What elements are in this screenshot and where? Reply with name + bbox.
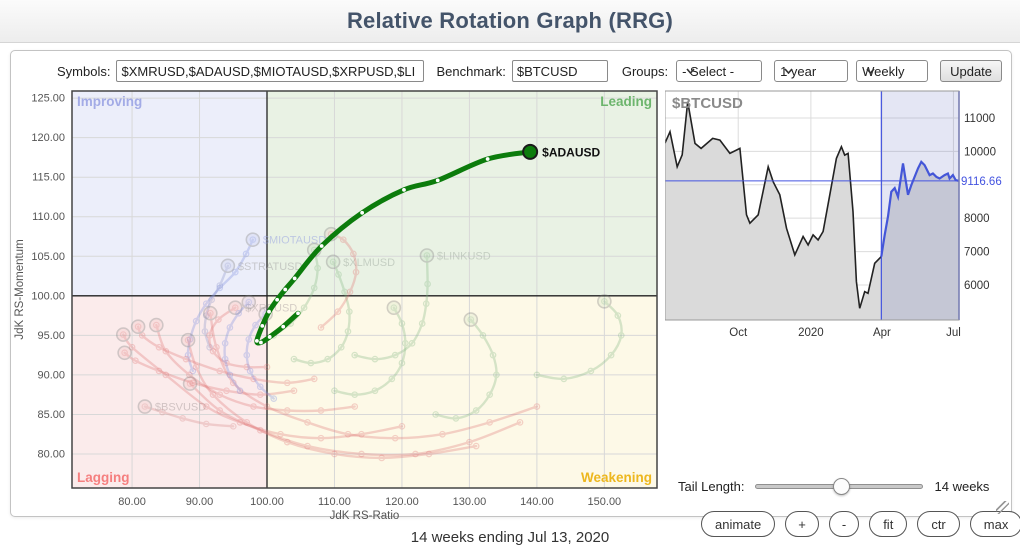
x-tick-label: 130.00 [453,496,487,508]
main-trail-label: $ADAUSD [542,145,600,159]
trail-endpoint [598,295,611,308]
y-tick-label: 115.00 [32,172,65,184]
x-tick-label: 80.00 [118,496,146,508]
rrg-chart[interactable]: ImprovingLeadingLaggingWeakening$MIOTAUS… [10,85,660,530]
interval-select[interactable]: Weekly [856,60,928,82]
y-tick-label: 120.00 [31,132,65,144]
price-tick-label: 8000 [964,213,990,225]
trail-endpoint [184,377,197,390]
period-select[interactable]: 1 year [774,60,848,82]
quadrant-label: Improving [77,94,142,109]
y-tick-label: 90.00 [37,369,65,381]
symbols-input[interactable] [116,60,424,82]
trail-endpoint [246,233,259,246]
y-tick-label: 80.00 [37,448,65,460]
price-tick-label: 6000 [964,280,990,292]
tail-length-slider[interactable] [755,477,923,495]
tail-length-value: 14 weeks [935,479,990,494]
groups-label: Groups: [622,64,668,79]
last-price-label: 9116.66 [961,176,1002,188]
chevron-down-icon [866,68,875,74]
y-tick-label: 100.00 [31,290,65,302]
trail-endpoint [117,328,130,341]
trail-endpoint [138,400,151,413]
chevron-down-icon [686,68,695,74]
trail-endpoint [204,307,217,320]
benchmark-chart-title: $BTCUSD [672,95,743,112]
price-tick-label: 11000 [964,113,995,125]
x-tick-label: 150.00 [588,496,622,508]
date-tick-label: Jul [946,327,961,339]
tail-length-row: Tail Length: 14 weeks [678,477,1018,495]
y-axis-title: JdK RS-Momentum [14,239,26,339]
trail-endpoint [221,259,234,272]
x-tick-label: 120.00 [385,496,419,508]
benchmark-label: Benchmark: [436,64,505,79]
highlight-window [881,91,959,320]
trail-label: $XLMUSD [343,257,395,269]
trail-endpoint [150,319,163,332]
quadrant-label: Weakening [581,470,652,485]
quadrant-leading [267,91,657,296]
date-tick-label: Apr [873,327,891,339]
x-tick-label: 110.00 [318,496,351,508]
y-tick-label: 85.00 [37,409,65,421]
quadrant-label: Leading [600,94,652,109]
date-tick-label: Oct [729,327,748,339]
main-trail-endpoint[interactable] [523,145,537,159]
y-tick-label: 125.00 [31,93,65,105]
symbols-label: Symbols: [57,64,110,79]
price-tick-label: 7000 [964,247,990,259]
rrg-app: { "header": { "title": "Relative Rotatio… [0,0,1020,557]
trail-label: $LINKUSD [437,250,491,262]
trail-endpoint [132,320,145,333]
benchmark-chart: 11000 10000 8000 7000 6000 9116.66 Oct 2020 Apr J… [665,85,1020,345]
resize-handle-icon[interactable] [996,501,1009,514]
groups-select[interactable]: - Select - [676,60,762,82]
title-bar: Relative Rotation Graph (RRG) [0,0,1020,43]
toolbar: Symbols: Benchmark: Groups: - Select - 1… [57,59,1002,83]
slider-knob[interactable] [833,478,850,495]
date-tick-label: 2020 [798,327,824,339]
trail-endpoint [464,313,477,326]
tail-length-label: Tail Length: [678,479,745,494]
footer-caption: 14 weeks ending Jul 13, 2020 [0,529,1020,546]
trail-label: $BSVUSD [155,402,206,414]
y-tick-label: 95.00 [37,330,65,342]
trail-label: $STRATUSD [238,261,303,273]
y-tick-label: 105.00 [31,251,65,263]
price-tick-label: 10000 [964,146,996,158]
trail-endpoint [327,255,340,268]
trail-endpoint [182,334,195,347]
x-axis-title: JdK RS-Ratio [330,510,400,522]
trail-endpoint [118,346,131,359]
benchmark-input[interactable] [512,60,608,82]
y-tick-label: 110.00 [32,211,65,223]
update-button[interactable]: Update [940,60,1002,82]
page-title: Relative Rotation Graph (RRG) [347,8,673,34]
quadrant-label: Lagging [77,470,130,485]
x-tick-label: 140.00 [520,496,554,508]
trail-endpoint [420,249,433,262]
x-tick-label: 90.00 [186,496,214,508]
trail-endpoint [387,301,400,314]
x-tick-label: 100.00 [250,496,284,508]
trail-endpoint [242,296,255,309]
chevron-down-icon [784,68,793,74]
